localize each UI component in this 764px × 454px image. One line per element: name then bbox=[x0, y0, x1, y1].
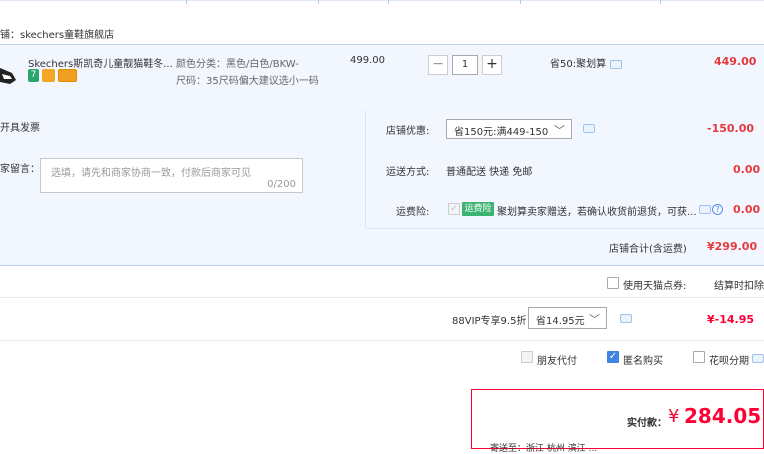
vip-discount-amount: ¥-14.95 bbox=[707, 313, 755, 326]
anonymous-checkbox[interactable]: ✓ bbox=[607, 351, 619, 363]
chevron-down-icon: ﹀ bbox=[554, 124, 565, 137]
sku-color: 颜色分类：黑色/白色/BKW- bbox=[176, 59, 299, 70]
top-divider bbox=[0, 0, 764, 4]
comment-icon[interactable] bbox=[610, 60, 622, 69]
payment-footer: 寄送至：浙江 杭州 滨江 ... bbox=[490, 444, 598, 454]
help-icon[interactable]: ? bbox=[712, 204, 723, 215]
payment-label: 实付款： bbox=[627, 418, 667, 429]
quantity-decrease-button[interactable]: − bbox=[428, 55, 448, 75]
column-tick bbox=[520, 0, 521, 4]
store-header: 铺：skechers童鞋旗舰店 bbox=[0, 20, 764, 44]
comment-icon[interactable] bbox=[583, 124, 595, 133]
comment-icon[interactable] bbox=[699, 205, 711, 214]
currency-symbol: ¥ bbox=[668, 406, 680, 427]
item-discount-label: 省50:聚划算 bbox=[550, 59, 607, 70]
options-divider bbox=[366, 228, 764, 229]
seven-day-return-icon: 7 bbox=[28, 69, 39, 82]
message-placeholder: 选填，请先和商家协商一致，付款后商家可见 bbox=[51, 168, 251, 179]
insurance-tag: 运费险 bbox=[462, 202, 494, 216]
sku-size: 尺码：35尺码偏大建议选小一码 bbox=[176, 76, 319, 87]
column-tick bbox=[660, 0, 661, 4]
huabei-label: 花呗分期 bbox=[709, 356, 749, 367]
store-promo-label: 店铺优惠: bbox=[386, 126, 430, 137]
store-name[interactable]: 铺：skechers童鞋旗舰店 bbox=[0, 26, 114, 41]
insurance-amount: 0.00 bbox=[733, 203, 761, 216]
anonymous-label: 匿名购买 bbox=[623, 356, 663, 367]
tmall-points-checkbox[interactable] bbox=[607, 277, 619, 289]
insurance-label: 运费险: bbox=[396, 207, 430, 218]
payment-amount: 284.05 bbox=[684, 404, 762, 428]
store-total-amount: ¥299.00 bbox=[707, 240, 758, 253]
invoice-label[interactable]: 开具发票 bbox=[0, 119, 40, 134]
quantity-increase-button[interactable]: + bbox=[482, 55, 502, 75]
row-divider bbox=[0, 340, 764, 341]
huabei-checkbox[interactable] bbox=[693, 351, 705, 363]
item-subtotal: 449.00 bbox=[714, 55, 757, 68]
tmall-points-label: 使用天猫点券: bbox=[623, 281, 687, 292]
message-textarea[interactable]: 选填，请先和商家协商一致，付款后商家可见 0/200 bbox=[40, 158, 303, 193]
chevron-down-icon: ﹀ bbox=[589, 313, 600, 326]
column-tick bbox=[186, 0, 187, 4]
vip-discount-label: 88VIP专享9.5折 bbox=[452, 316, 527, 327]
tmall-points-note: 结算时扣除 bbox=[714, 281, 764, 292]
friend-pay-checkbox[interactable] bbox=[521, 351, 533, 363]
product-thumbnail[interactable] bbox=[0, 60, 16, 88]
comment-icon[interactable] bbox=[620, 314, 632, 323]
insurance-description: 聚划算卖家赠送，若确认收货前退货，可获... bbox=[497, 207, 697, 218]
vip-discount-select[interactable]: 省14.95元 ﹀ bbox=[528, 307, 607, 329]
row-divider bbox=[0, 297, 764, 298]
message-label: 家留言： bbox=[0, 164, 40, 175]
shipping-label: 运送方式: bbox=[386, 167, 430, 178]
shipping-amount: 0.00 bbox=[733, 163, 761, 176]
column-tick bbox=[318, 0, 319, 4]
column-tick bbox=[388, 0, 389, 4]
guarantee-icon bbox=[42, 69, 55, 82]
store-total-label: 店铺合计(含运费) bbox=[609, 244, 687, 255]
quantity-input[interactable]: 1 bbox=[452, 55, 478, 75]
comment-icon[interactable] bbox=[752, 354, 764, 363]
item-title[interactable]: Skechers斯凯奇儿童靓猫鞋冬... bbox=[28, 55, 173, 70]
unit-price: 499.00 bbox=[350, 55, 385, 66]
friend-pay-label: 朋友代付 bbox=[537, 356, 577, 367]
store-promo-selected: 省150元:满449-150 bbox=[454, 127, 549, 138]
vip-discount-selected: 省14.95元 bbox=[536, 316, 585, 327]
store-promo-select[interactable]: 省150元:满449-150 ﹀ bbox=[446, 119, 572, 139]
payment-summary-box: 实付款： ¥ 284.05 寄送至：浙江 杭州 滨江 ... bbox=[471, 389, 764, 454]
store-promo-amount: -150.00 bbox=[707, 122, 755, 135]
insurance-checkbox[interactable]: ✓ bbox=[448, 203, 460, 215]
shipping-method: 普通配送 快递 免邮 bbox=[446, 167, 533, 178]
message-counter: 0/200 bbox=[267, 179, 296, 190]
cart-item-row bbox=[0, 44, 764, 110]
card-icon bbox=[58, 69, 77, 82]
